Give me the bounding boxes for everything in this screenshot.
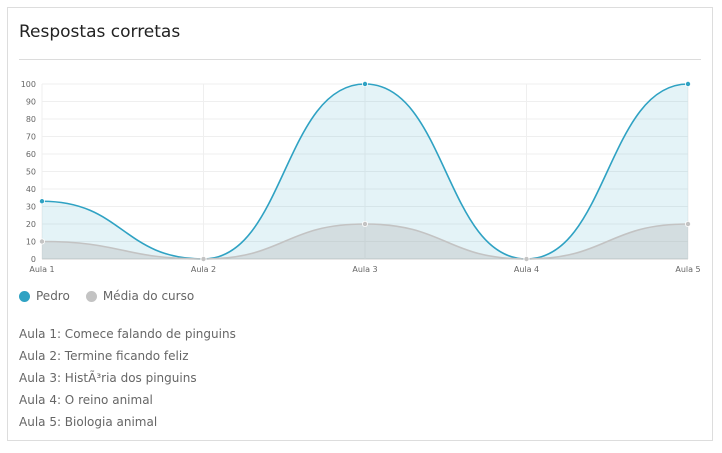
lesson-item: Aula 5: Biologia animal [19, 415, 158, 429]
x-tick-label: Aula 1 [29, 265, 54, 274]
x-tick-label: Aula 3 [352, 265, 377, 274]
y-tick-label: 100 [21, 80, 36, 89]
lesson-list: Aula 1: Comece falando de pinguins Aula … [19, 323, 236, 433]
y-tick-label: 60 [26, 150, 36, 159]
y-tick-label: 20 [26, 220, 36, 229]
chart-legend: Pedro Média do curso [19, 289, 194, 303]
x-tick-label: Aula 4 [514, 265, 539, 274]
x-tick-label: Aula 5 [675, 265, 700, 274]
y-axis-ticks: 0 10 20 30 40 50 60 70 80 90 100 [21, 80, 36, 264]
x-tick-label: Aula 2 [191, 265, 216, 274]
data-point [38, 238, 45, 245]
data-point [523, 255, 530, 262]
data-point [38, 198, 45, 205]
legend-item-course-average[interactable]: Média do curso [85, 289, 195, 303]
y-tick-label: 30 [26, 203, 36, 212]
legend-label: Pedro [36, 289, 70, 303]
line-chart: 0102030405060708090100 Aula 1 Aula 2 Aula … [21, 80, 701, 274]
legend-swatch-course-average [85, 290, 97, 302]
legend-item-pedro[interactable]: Pedro [19, 289, 70, 303]
data-point [361, 220, 368, 227]
data-point [685, 81, 692, 88]
data-point [685, 220, 692, 227]
y-tick-label: 0 [31, 255, 36, 264]
x-axis-ticks: Aula 1 Aula 2 Aula 3 Aula 4 Aula 5 [29, 265, 700, 274]
y-tick-label: 40 [26, 185, 36, 194]
lesson-item: Aula 4: O reino animal [19, 393, 153, 407]
data-point [361, 81, 368, 88]
lesson-item: Aula 1: Comece falando de pinguins [19, 327, 236, 341]
y-tick-label: 50 [26, 168, 36, 177]
y-tick-label: 10 [26, 238, 36, 247]
legend-swatch-pedro [19, 290, 30, 302]
lesson-item: Aula 3: HistÃ³ria dos pinguins [19, 371, 197, 385]
y-tick-label: 90 [26, 98, 36, 107]
y-tick-label: 80 [26, 115, 36, 124]
lesson-item: Aula 2: Termine ficando feliz [19, 349, 189, 363]
chart-card: Respostas corretas 0 10 20 30 40 50 60 70 80 90 10… [7, 7, 713, 441]
data-point [200, 255, 207, 262]
legend-label: Média do curso [102, 289, 195, 303]
y-tick-label: 70 [26, 133, 36, 142]
